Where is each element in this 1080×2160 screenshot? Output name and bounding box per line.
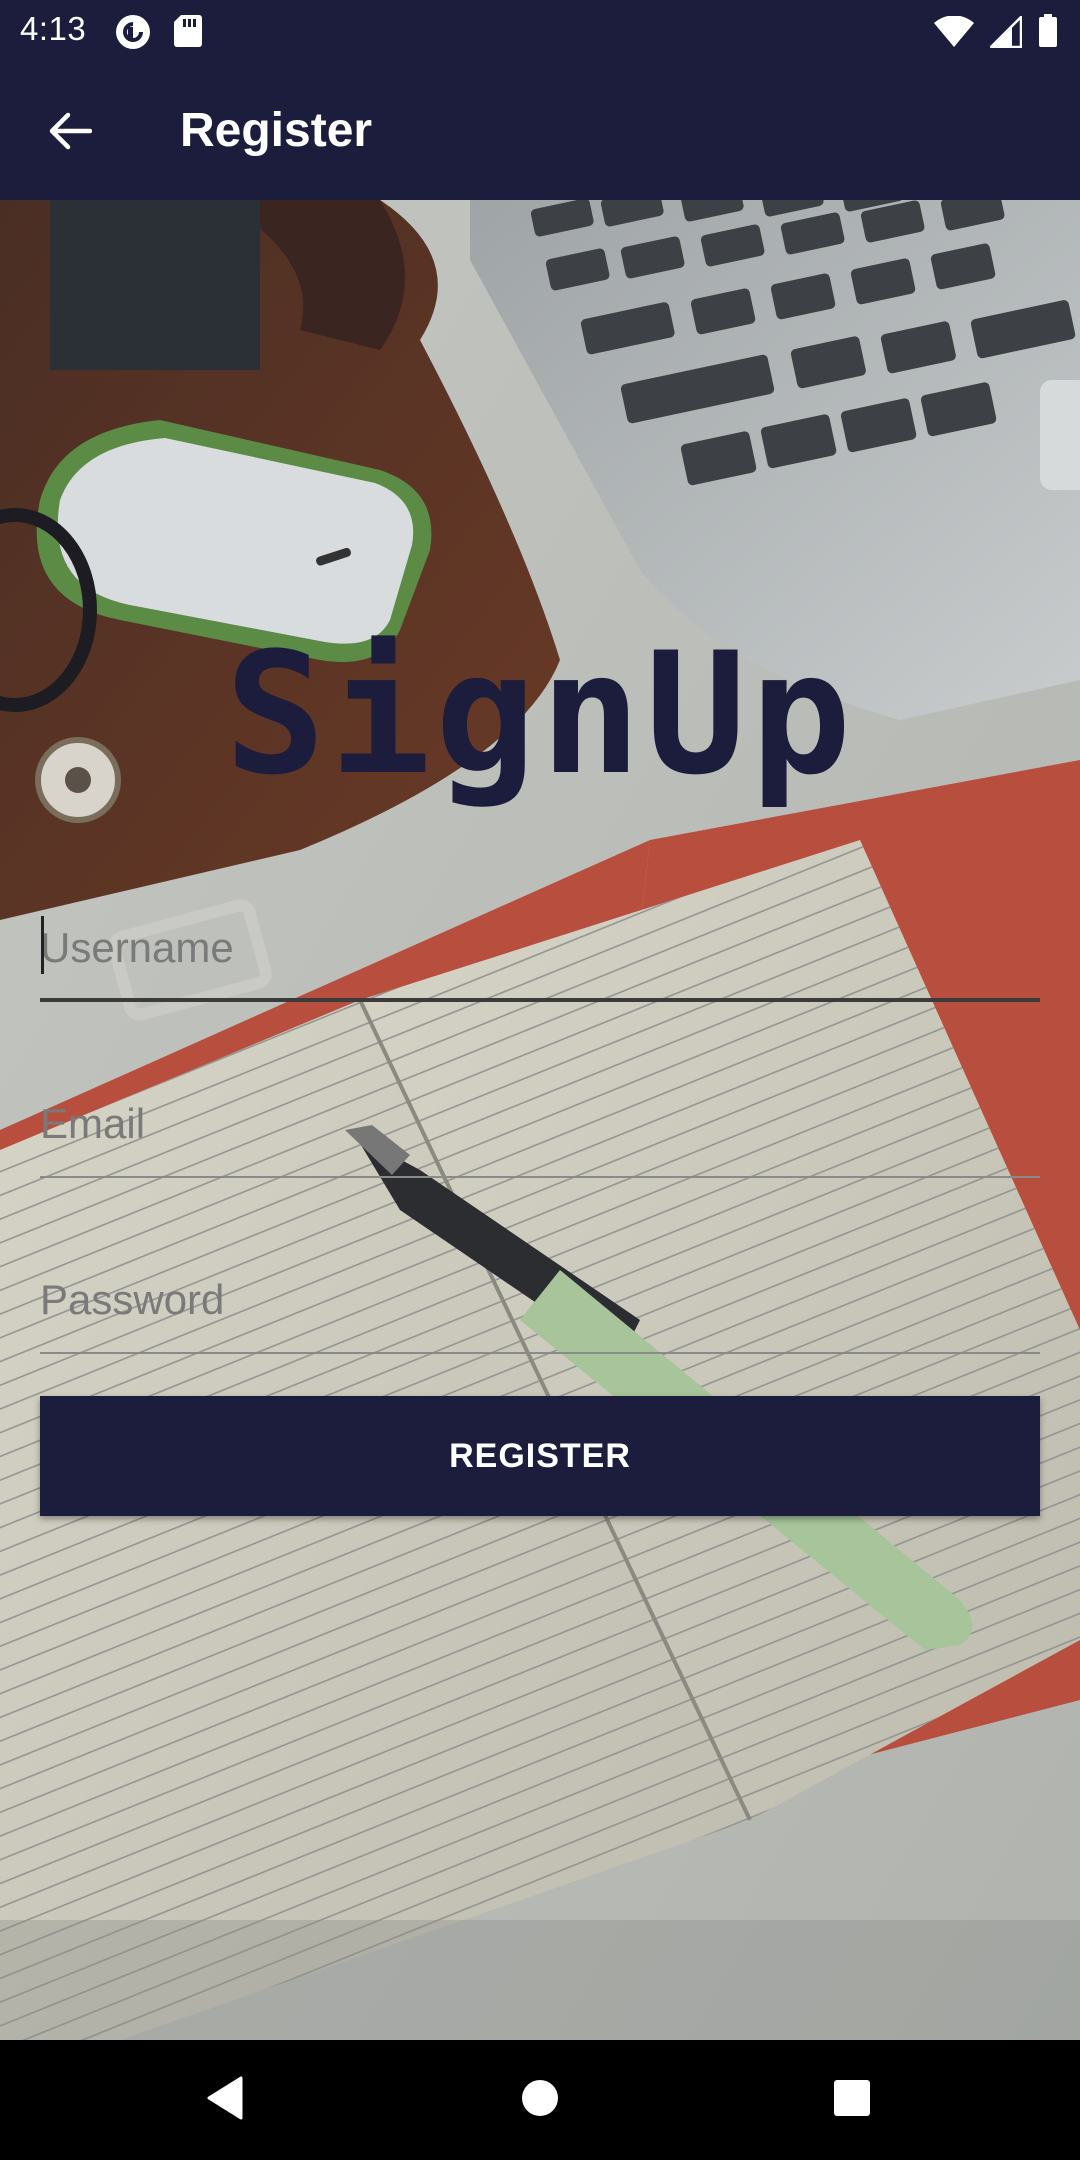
wifi-icon xyxy=(934,15,974,53)
cell-signal-icon xyxy=(987,13,1023,53)
back-triangle-icon xyxy=(205,2076,245,2125)
nav-back-button[interactable] xyxy=(195,2070,255,2130)
email-input[interactable] xyxy=(40,1078,1040,1160)
status-right-icons xyxy=(934,13,1058,53)
recents-square-icon xyxy=(833,2079,871,2122)
back-button[interactable] xyxy=(38,101,102,165)
password-underline xyxy=(40,1352,1040,1354)
username-underline xyxy=(40,998,1040,1002)
sd-card-icon xyxy=(173,14,203,55)
status-left-icons xyxy=(115,14,203,55)
password-field[interactable] xyxy=(40,1254,1040,1354)
navigation-bar xyxy=(0,2040,1080,2160)
home-circle-icon xyxy=(520,2078,560,2123)
email-underline xyxy=(40,1176,1040,1178)
username-input[interactable] xyxy=(40,902,1040,984)
app-bar: Register xyxy=(0,63,1080,200)
arrow-left-icon xyxy=(48,111,93,156)
register-button[interactable]: REGISTER xyxy=(40,1396,1040,1516)
password-input[interactable] xyxy=(40,1254,1040,1336)
page-title: Register xyxy=(180,104,373,157)
nav-recents-button[interactable] xyxy=(822,2070,882,2130)
pocket-casts-icon xyxy=(115,14,151,55)
status-time: 4:13 xyxy=(20,10,87,47)
text-cursor xyxy=(41,916,44,974)
signup-heading: SignUp xyxy=(224,616,856,812)
email-field[interactable] xyxy=(40,1078,1040,1178)
battery-icon xyxy=(1038,14,1058,53)
username-field[interactable] xyxy=(40,902,1040,1002)
nav-home-button[interactable] xyxy=(510,2070,570,2130)
status-bar: 4:13 xyxy=(0,0,1080,63)
